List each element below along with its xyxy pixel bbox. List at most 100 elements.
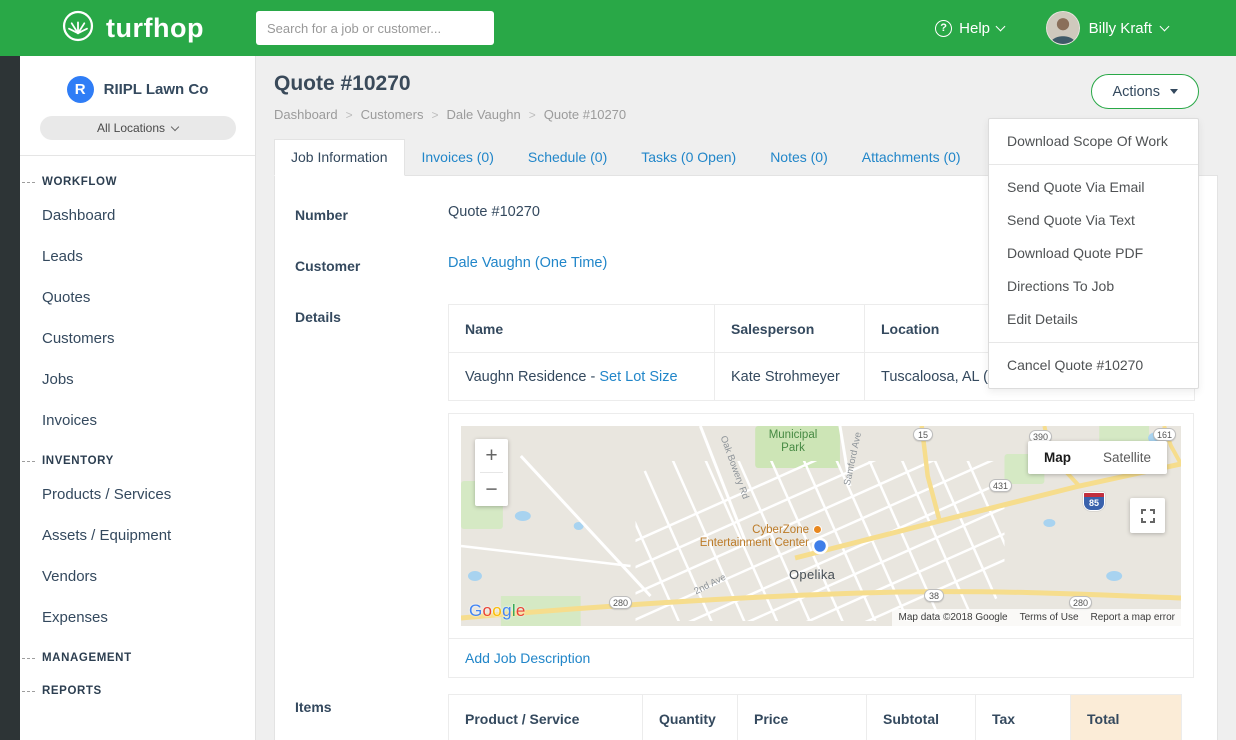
map-attribution: Map data ©2018 Google Terms of Use Repor… [892, 609, 1181, 626]
fullscreen-button[interactable] [1130, 498, 1165, 533]
top-bar: turfhop ? Help Billy Kraft [0, 0, 1236, 56]
menu-item-download-quote-pdf[interactable]: Download Quote PDF [989, 237, 1198, 270]
items-header-product-service: Product / Service [449, 695, 643, 740]
map-zoom-control: + − [475, 439, 508, 506]
sidebar-section-reports[interactable]: REPORTS [20, 671, 255, 704]
sidebar-section-workflow: WORKFLOW [20, 162, 255, 195]
menu-item-edit-details[interactable]: Edit Details [989, 303, 1198, 336]
items-table: Product / Service Quantity Price Subtota… [448, 694, 1182, 740]
zoom-out-button[interactable]: − [475, 473, 508, 506]
interstate-85-shield: 85 [1083, 492, 1105, 511]
turfhop-logo-icon [60, 8, 96, 49]
brand-name: turfhop [106, 13, 204, 44]
sidebar-item-vendors[interactable]: Vendors [20, 556, 255, 597]
tab-attachments[interactable]: Attachments (0) [845, 139, 978, 176]
details-header-name: Name [449, 305, 715, 353]
user-name: Billy Kraft [1089, 20, 1152, 37]
sidebar-item-products-services[interactable]: Products / Services [20, 474, 255, 515]
menu-item-send-quote-via-text[interactable]: Send Quote Via Text [989, 204, 1198, 237]
section-label: MANAGEMENT [42, 652, 132, 664]
details-cell-salesperson: Kate Strohmeyer [715, 353, 865, 401]
user-menu[interactable]: Billy Kraft [1046, 0, 1168, 56]
global-search [256, 11, 494, 45]
avatar [1046, 11, 1080, 45]
items-header-quantity: Quantity [643, 695, 738, 740]
sidebar-section-management[interactable]: MANAGEMENT [20, 638, 255, 671]
menu-item-directions-to-job[interactable]: Directions To Job [989, 270, 1198, 303]
tab-schedule[interactable]: Schedule (0) [511, 139, 624, 176]
breadcrumb-separator: > [346, 108, 353, 122]
menu-divider [989, 164, 1198, 165]
menu-divider [989, 342, 1198, 343]
customer-type-link[interactable]: (One Time) [535, 255, 608, 271]
page-title: Quote #10270 [274, 56, 1218, 96]
breadcrumb-separator: > [529, 108, 536, 122]
google-map[interactable]: Municipal Park CyberZone Entertainment C… [461, 426, 1181, 626]
sidebar-item-assets-equipment[interactable]: Assets / Equipment [20, 515, 255, 556]
residence-name: Vaughn Residence - [465, 369, 599, 385]
sidebar-item-expenses[interactable]: Expenses [20, 597, 255, 638]
number-label: Number [295, 202, 448, 225]
menu-item-send-quote-via-email[interactable]: Send Quote Via Email [989, 171, 1198, 204]
zoom-in-button[interactable]: + [475, 439, 508, 472]
menu-item-cancel-quote[interactable]: Cancel Quote #10270 [989, 349, 1198, 382]
brand-logo[interactable]: turfhop [60, 0, 204, 56]
add-job-description-link[interactable]: Add Job Description [465, 650, 590, 666]
google-logo[interactable]: Google [469, 601, 526, 621]
breadcrumb-customers[interactable]: Customers [361, 107, 424, 122]
tree-dash-icon [22, 691, 35, 692]
section-label: REPORTS [42, 685, 102, 697]
route-shield-15: 15 [913, 428, 933, 441]
sidebar-item-invoices[interactable]: Invoices [20, 400, 255, 441]
items-header-subtotal: Subtotal [867, 695, 976, 740]
chevron-down-icon [1160, 21, 1170, 31]
breadcrumb-separator: > [431, 108, 438, 122]
tab-invoices[interactable]: Invoices (0) [405, 139, 511, 176]
terms-of-use-link[interactable]: Terms of Use [1020, 612, 1079, 623]
details-label: Details [295, 304, 448, 678]
interstate-number: 85 [1084, 497, 1104, 510]
chevron-down-icon [171, 123, 179, 131]
satellite-view-button[interactable]: Satellite [1087, 441, 1167, 474]
details-header-salesperson: Salesperson [715, 305, 865, 353]
help-label: Help [959, 20, 990, 37]
sidebar-item-quotes[interactable]: Quotes [20, 277, 255, 318]
tab-notes[interactable]: Notes (0) [753, 139, 845, 176]
locations-label: All Locations [97, 121, 165, 135]
menu-item-download-scope-of-work[interactable]: Download Scope Of Work [989, 125, 1198, 158]
breadcrumb-customer-name[interactable]: Dale Vaughn [447, 107, 521, 122]
items-field: Items Product / Service Quantity Price S… [295, 694, 1217, 740]
route-shield-38: 38 [924, 589, 944, 602]
route-shield-161: 161 [1153, 428, 1176, 441]
customer-name-link[interactable]: Dale Vaughn [448, 255, 531, 271]
tab-tasks[interactable]: Tasks (0 Open) [624, 139, 753, 176]
set-lot-size-link[interactable]: Set Lot Size [599, 369, 677, 385]
search-input[interactable] [256, 11, 494, 45]
report-map-error-link[interactable]: Report a map error [1091, 612, 1175, 623]
sidebar-item-jobs[interactable]: Jobs [20, 359, 255, 400]
tab-job-information[interactable]: Job Information [274, 139, 405, 176]
items-header-price: Price [738, 695, 867, 740]
map-view-button[interactable]: Map [1028, 441, 1087, 474]
help-menu[interactable]: ? Help [935, 0, 1004, 56]
company-logo-icon: R [67, 76, 94, 103]
customer-label: Customer [295, 253, 448, 276]
help-icon: ? [935, 20, 952, 37]
sidebar-item-customers[interactable]: Customers [20, 318, 255, 359]
tree-dash-icon [22, 658, 35, 659]
company-header: R RIIPL Lawn Co [20, 56, 255, 103]
map-type-control: Map Satellite [1028, 441, 1167, 474]
tree-dash-icon [22, 182, 35, 183]
section-label: WORKFLOW [42, 176, 117, 188]
locations-dropdown[interactable]: All Locations [40, 116, 236, 140]
route-shield-280: 280 [609, 596, 632, 609]
job-description-row: Add Job Description [449, 638, 1193, 677]
poi-pin-icon [813, 525, 822, 534]
sidebar-item-leads[interactable]: Leads [20, 236, 255, 277]
section-label: INVENTORY [42, 455, 114, 467]
number-value: Quote #10270 [448, 202, 540, 225]
company-name: RIIPL Lawn Co [104, 81, 209, 98]
sidebar-item-dashboard[interactable]: Dashboard [20, 195, 255, 236]
actions-button[interactable]: Actions [1091, 74, 1199, 109]
breadcrumb-dashboard[interactable]: Dashboard [274, 107, 338, 122]
